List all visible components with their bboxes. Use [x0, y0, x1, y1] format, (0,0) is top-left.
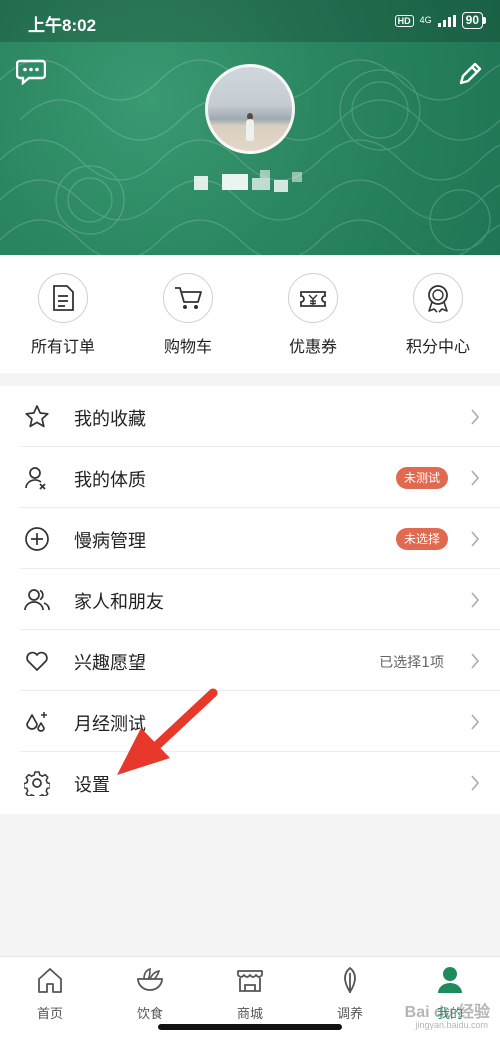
people-icon [24, 589, 50, 611]
menu-item-constitution[interactable]: 我的体质 未测试 [0, 447, 500, 508]
heart-icon [26, 651, 48, 671]
tab-recuperate[interactable]: 调养 [300, 965, 400, 1022]
menu-label: 兴趣愿望 [74, 653, 146, 674]
quick-all-orders[interactable]: 所有订单 [13, 273, 113, 357]
order-list-icon [53, 285, 74, 311]
hd-indicator: HD [394, 14, 414, 27]
tab-label: 首页 [36, 1007, 63, 1022]
home-indicator[interactable] [158, 1024, 342, 1030]
leaf-icon [344, 967, 356, 993]
network-indicator: 4G [419, 15, 432, 25]
quick-coupon[interactable]: 优惠券 [263, 273, 363, 357]
status-badge: 未选择 [395, 528, 448, 550]
avatar[interactable] [205, 64, 295, 154]
chevron-right-icon [471, 592, 480, 608]
shopping-cart-icon [175, 287, 202, 309]
menu-label: 设置 [74, 775, 110, 796]
baidu-watermark: Bai du 经验 [404, 1004, 490, 1021]
chevron-right-icon [471, 653, 480, 669]
star-icon [25, 405, 49, 428]
selected-count: 已选择1项 [379, 655, 444, 671]
nickname-blurred [190, 170, 310, 198]
quick-cart[interactable]: 购物车 [138, 273, 238, 357]
menu-item-settings[interactable]: 设置 [0, 752, 500, 813]
chevron-right-icon [471, 775, 480, 791]
chevron-right-icon [471, 531, 480, 547]
quick-actions: 所有订单 购物车 优惠券 积分中心 [0, 255, 500, 373]
menu-label: 月经测试 [74, 714, 146, 735]
menu-item-chronic-disease[interactable]: 慢病管理 未选择 [0, 508, 500, 569]
tab-shop[interactable]: 商城 [200, 965, 300, 1022]
status-time: 上午8:02 [28, 16, 97, 35]
quick-label: 优惠券 [288, 337, 337, 356]
menu-item-interests[interactable]: 兴趣愿望 已选择1项 [0, 630, 500, 691]
gear-icon [24, 771, 50, 796]
drops-icon [26, 712, 47, 732]
quick-label: 积分中心 [405, 337, 470, 356]
menu-list: 我的收藏 我的体质 未测试 慢病管理 未选择 家人和朋友 兴趣愿望 已选择1项 … [0, 386, 500, 814]
plus-circle-icon [25, 527, 49, 551]
user-icon [438, 967, 462, 993]
menu-label: 我的收藏 [74, 409, 146, 430]
status-badge: 未测试 [395, 467, 448, 489]
chevron-right-icon [471, 470, 480, 486]
edit-icon[interactable] [456, 60, 484, 88]
chevron-right-icon [471, 714, 480, 730]
chevron-right-icon [471, 409, 480, 425]
quick-label: 所有订单 [30, 337, 95, 356]
menu-item-menstrual-test[interactable]: 月经测试 [0, 691, 500, 752]
person-check-icon [25, 467, 46, 490]
bowl-icon [137, 967, 163, 991]
quick-label: 购物车 [163, 337, 212, 356]
baidu-watermark-url: jingyan.baidu.com [415, 1020, 488, 1030]
status-bar: 上午8:02 HD 4G 90 [0, 0, 500, 42]
coupon-icon [300, 291, 326, 307]
profile-header: 上午8:02 HD 4G 90 [0, 0, 500, 255]
message-icon[interactable] [16, 58, 46, 86]
menu-label: 我的体质 [74, 470, 146, 491]
menu-label: 慢病管理 [74, 531, 146, 552]
tab-label: 饮食 [136, 1007, 163, 1022]
menu-label: 家人和朋友 [74, 592, 164, 613]
quick-points-center[interactable]: 积分中心 [388, 273, 488, 357]
signal-icon [437, 14, 456, 27]
tab-diet[interactable]: 饮食 [100, 965, 200, 1022]
battery-level: 90 [461, 12, 483, 29]
menu-item-family-friends[interactable]: 家人和朋友 [0, 569, 500, 630]
tab-label: 调养 [336, 1007, 363, 1022]
award-badge-icon [428, 285, 448, 313]
shop-icon [237, 970, 263, 992]
home-icon [38, 968, 62, 993]
menu-item-favorites[interactable]: 我的收藏 [0, 386, 500, 447]
tab-home[interactable]: 首页 [0, 965, 100, 1022]
tab-label: 商城 [236, 1007, 263, 1022]
battery-icon: 90 [461, 12, 486, 29]
